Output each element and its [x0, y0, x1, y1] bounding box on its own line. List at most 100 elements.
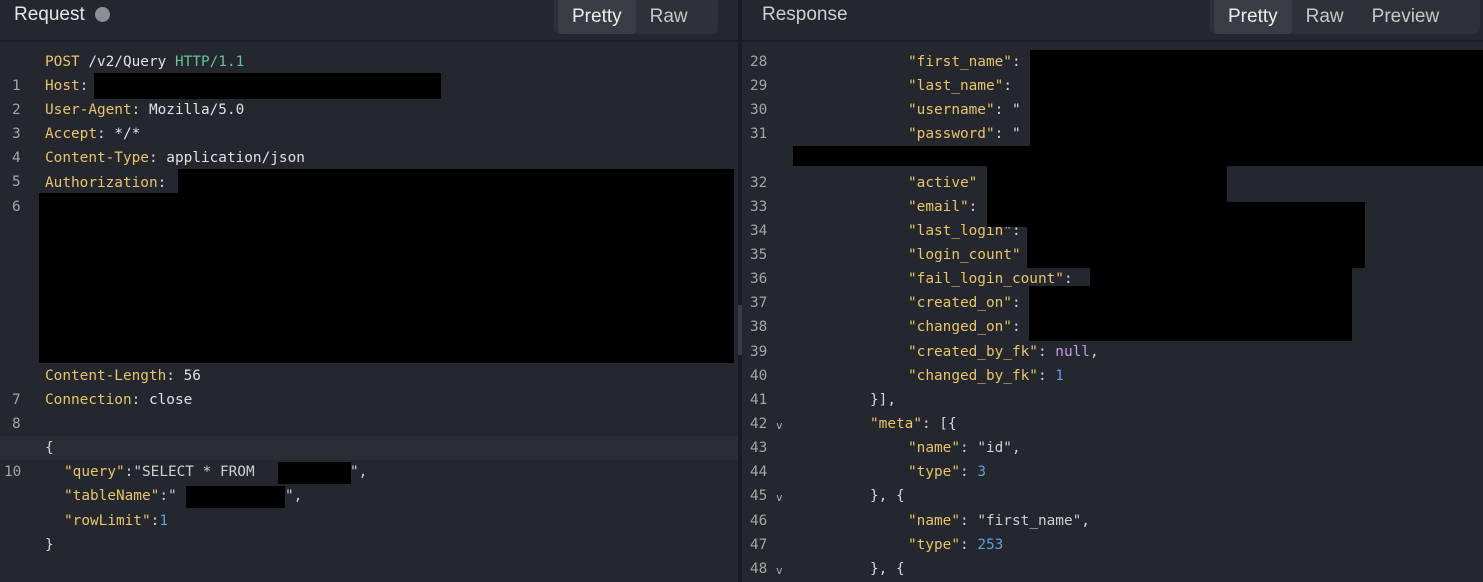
- header-value: Mozilla/5.0: [148, 102, 245, 118]
- redacted-active: [987, 166, 1227, 202]
- request-line: 7 Content-Length: 56: [0, 364, 738, 408]
- json-key: "changed_by_fk": [908, 368, 1038, 384]
- header-value: */*: [114, 126, 141, 142]
- header-name: Authorization: [45, 175, 158, 191]
- response-pane: Response Pretty Raw Preview 28 "first_nam…: [742, 0, 1483, 582]
- json-number: 253: [977, 537, 1004, 553]
- json-brace: {: [45, 440, 54, 456]
- chevron-down-icon[interactable]: v: [776, 414, 783, 438]
- response-line: 42 v "meta": [{: [742, 412, 1483, 436]
- json-key: "type": [908, 464, 960, 480]
- json-string-end: ",: [350, 464, 368, 480]
- json-punct: : ": [994, 102, 1021, 118]
- json-string: "first_name": [977, 513, 1082, 529]
- json-string: "id": [977, 440, 1012, 456]
- header-value: 56: [183, 368, 201, 384]
- header-name: Accept: [45, 126, 97, 142]
- json-brace: }, {: [870, 561, 905, 577]
- redacted-dates: [1029, 286, 1352, 341]
- request-line: 1 POST /v2/Query HTTP/1.1: [0, 50, 738, 94]
- line-number: 36: [750, 271, 768, 287]
- json-punct: :: [1011, 319, 1021, 335]
- tab-preview[interactable]: Preview: [1358, 0, 1454, 34]
- json-key: "fail_login_count": [908, 271, 1064, 287]
- line-number: 41: [750, 392, 768, 408]
- tab-raw[interactable]: Raw: [1292, 0, 1358, 34]
- json-punct: :: [1011, 295, 1021, 311]
- line-number: 46: [750, 513, 768, 529]
- request-line: 5 Content-Type: application/json: [0, 146, 738, 190]
- json-punct: ,: [1011, 440, 1021, 456]
- request-line-current: 10 {: [0, 436, 738, 480]
- response-view-tabs: Pretty Raw Preview: [1210, 0, 1480, 34]
- redacted-email: [987, 202, 1365, 227]
- request-line: 8 Connection: close: [0, 388, 738, 432]
- json-punct: :: [959, 537, 978, 553]
- json-key: "type": [908, 537, 960, 553]
- json-brace: }: [45, 537, 54, 553]
- json-key: "active": [908, 175, 978, 191]
- header-name: Host: [45, 78, 80, 94]
- response-title: Response: [762, 4, 848, 25]
- tab-raw[interactable]: Raw: [636, 0, 702, 34]
- json-punct: :: [1011, 54, 1021, 70]
- chevron-down-icon[interactable]: v: [776, 559, 783, 582]
- tab-pretty[interactable]: Pretty: [558, 0, 636, 34]
- request-title: Request: [14, 4, 85, 25]
- json-number: 1: [159, 513, 168, 529]
- json-null: null: [1055, 344, 1090, 360]
- header-name: Content-Length: [45, 368, 167, 384]
- tab-pretty[interactable]: Pretty: [1214, 0, 1292, 34]
- json-brace: }],: [870, 392, 896, 408]
- json-key: "email": [908, 199, 969, 215]
- json-punct: ,: [1089, 344, 1099, 360]
- line-number: 48: [750, 561, 768, 577]
- request-pane: Request Pretty Raw 1 POST /v2/Query HTTP…: [0, 0, 738, 582]
- redacted-host: [94, 73, 441, 99]
- json-key: "last_name": [908, 78, 1004, 94]
- redacted-tablename: [186, 486, 285, 508]
- json-key: "name": [908, 513, 960, 529]
- line-number: 40: [750, 368, 768, 384]
- response-line: 39 "created_by_fk": null,: [742, 340, 1483, 364]
- line-number: 32: [750, 175, 768, 191]
- line-number: 29: [750, 78, 768, 94]
- json-punct: :: [1037, 368, 1056, 384]
- response-line: 40 "changed_by_fk": 1: [742, 364, 1483, 388]
- json-punct: : [{: [921, 416, 957, 432]
- request-header: Request Pretty Raw: [0, 0, 738, 42]
- response-line: 47 "type": 253: [742, 533, 1483, 557]
- response-header: Response Pretty Raw Preview: [742, 0, 1483, 42]
- json-key: "password": [908, 126, 995, 142]
- line-number: 47: [750, 537, 768, 553]
- redacted-fail-count: [1090, 266, 1352, 286]
- line-number: 33: [750, 199, 768, 215]
- json-punct: :: [959, 513, 978, 529]
- line-number: 35: [750, 247, 768, 263]
- line-number: 43: [750, 440, 768, 456]
- json-key: "username": [908, 102, 995, 118]
- json-punct: ,: [1081, 513, 1090, 529]
- request-line: "rowLimit":1: [64, 513, 168, 529]
- response-line: 48 v }, {: [742, 557, 1483, 581]
- request-line: 9: [0, 412, 738, 456]
- json-key: "rowLimit": [64, 513, 151, 529]
- request-line: }: [0, 533, 738, 557]
- response-line: 44 "type": 3: [742, 460, 1483, 484]
- json-number: 1: [1055, 368, 1064, 384]
- request-line: "tableName":" ",: [0, 484, 738, 508]
- json-key: "query": [64, 464, 125, 480]
- json-punct: :: [1003, 78, 1012, 94]
- json-punct: :: [959, 464, 978, 480]
- json-punct: :: [968, 199, 978, 215]
- json-string: ": [167, 488, 177, 504]
- header-name: Connection: [45, 392, 132, 408]
- chevron-down-icon[interactable]: v: [776, 486, 783, 510]
- json-punct: :: [1037, 344, 1056, 360]
- header-name: Content-Type: [45, 150, 149, 166]
- json-key: "created_by_fk": [908, 344, 1038, 360]
- response-line: 45 v}, {: [742, 484, 1483, 508]
- header-name: User-Agent: [45, 102, 132, 118]
- line-number: 44: [750, 464, 768, 480]
- json-punct: :: [959, 440, 978, 456]
